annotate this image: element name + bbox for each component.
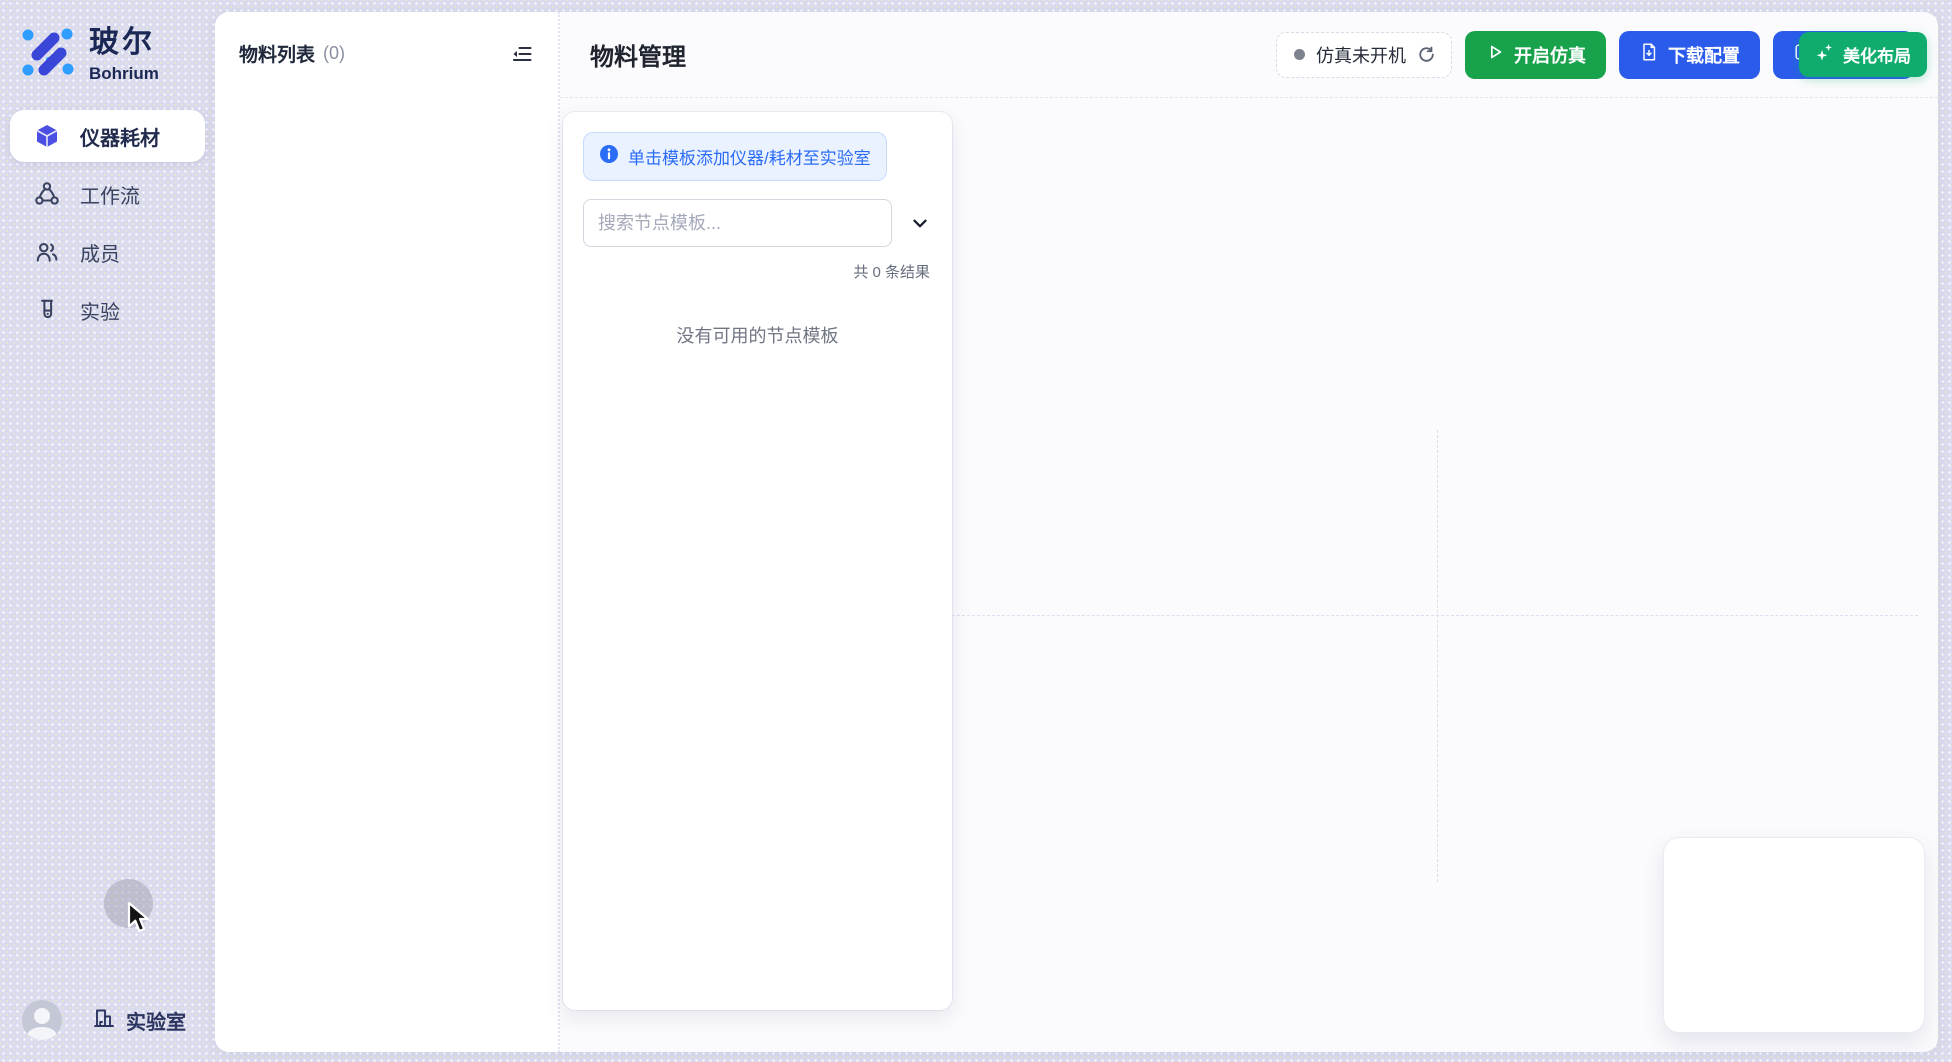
search-template-input[interactable] bbox=[583, 199, 892, 247]
canvas[interactable]: 物料管理 仿真未开机 bbox=[560, 12, 1938, 1052]
canvas-guide-vertical bbox=[1437, 430, 1438, 882]
brand-title: 玻尔 bbox=[89, 26, 159, 61]
simulation-status-label: 仿真未开机 bbox=[1316, 42, 1406, 68]
material-list-panel: 物料列表 (0) bbox=[215, 12, 560, 1052]
material-list-count: (0) bbox=[323, 43, 345, 64]
cube-icon bbox=[34, 123, 60, 149]
sidebar-item-workflow[interactable]: 工作流 bbox=[10, 168, 205, 220]
canvas-guide-horizontal bbox=[952, 615, 1918, 616]
status-dot-icon bbox=[1294, 49, 1305, 60]
file-download-icon bbox=[1639, 42, 1659, 67]
members-icon bbox=[34, 239, 60, 265]
workflow-icon bbox=[34, 181, 60, 207]
play-icon bbox=[1485, 42, 1505, 67]
info-icon bbox=[599, 144, 619, 169]
node-template-panel: 单击模板添加仪器/耗材至实验室 共 0 条结果 没有可用的节点模板 bbox=[563, 112, 952, 1010]
sidebar-footer: 实验室 bbox=[22, 1000, 186, 1040]
user-avatar[interactable] bbox=[22, 1000, 62, 1040]
bohrium-logo-icon bbox=[20, 24, 76, 85]
simulation-status-pill: 仿真未开机 bbox=[1276, 32, 1452, 78]
main-container: 物料列表 (0) 物料管理 仿真未开机 bbox=[215, 12, 1938, 1052]
start-simulation-button[interactable]: 开启仿真 bbox=[1465, 31, 1606, 79]
template-hint-text: 单击模板添加仪器/耗材至实验室 bbox=[628, 144, 871, 169]
sidebar-item-experiment[interactable]: 实验 bbox=[10, 284, 205, 336]
building-icon bbox=[92, 1005, 116, 1035]
lab-entry[interactable]: 实验室 bbox=[92, 1005, 186, 1035]
beautify-layout-label: 美化布局 bbox=[1843, 42, 1911, 67]
minimap[interactable] bbox=[1663, 837, 1925, 1033]
refresh-icon[interactable] bbox=[1417, 45, 1436, 64]
beautify-layout-button[interactable]: 美化布局 bbox=[1799, 32, 1927, 77]
start-simulation-label: 开启仿真 bbox=[1514, 42, 1586, 68]
brand-logo: 玻尔 Bohrium bbox=[0, 24, 215, 85]
canvas-header: 物料管理 仿真未开机 bbox=[560, 12, 1938, 98]
lab-entry-label: 实验室 bbox=[126, 1006, 186, 1035]
sidebar-nav: 仪器耗材 工作流 bbox=[0, 110, 215, 336]
download-config-label: 下载配置 bbox=[1668, 42, 1740, 68]
brand-subtitle: Bohrium bbox=[89, 64, 159, 84]
page-title: 物料管理 bbox=[590, 37, 686, 72]
sidebar-item-members[interactable]: 成员 bbox=[10, 226, 205, 278]
download-config-button[interactable]: 下载配置 bbox=[1619, 31, 1760, 79]
sidebar-item-instruments[interactable]: 仪器耗材 bbox=[10, 110, 205, 162]
sidebar-item-label: 仪器耗材 bbox=[80, 122, 160, 151]
sparkles-icon bbox=[1815, 42, 1835, 67]
chevron-down-icon[interactable] bbox=[909, 212, 931, 234]
result-count: 共 0 条结果 bbox=[583, 261, 932, 282]
collapse-panel-button[interactable] bbox=[510, 42, 534, 66]
experiment-icon bbox=[34, 297, 60, 323]
mouse-cursor-icon bbox=[126, 901, 154, 940]
sidebar-item-label: 工作流 bbox=[80, 180, 140, 209]
empty-template-message: 没有可用的节点模板 bbox=[583, 322, 932, 348]
template-hint-banner: 单击模板添加仪器/耗材至实验室 bbox=[583, 132, 887, 181]
sidebar-item-label: 成员 bbox=[80, 238, 120, 267]
material-list-title: 物料列表 bbox=[239, 40, 315, 67]
sidebar-item-label: 实验 bbox=[80, 296, 120, 325]
